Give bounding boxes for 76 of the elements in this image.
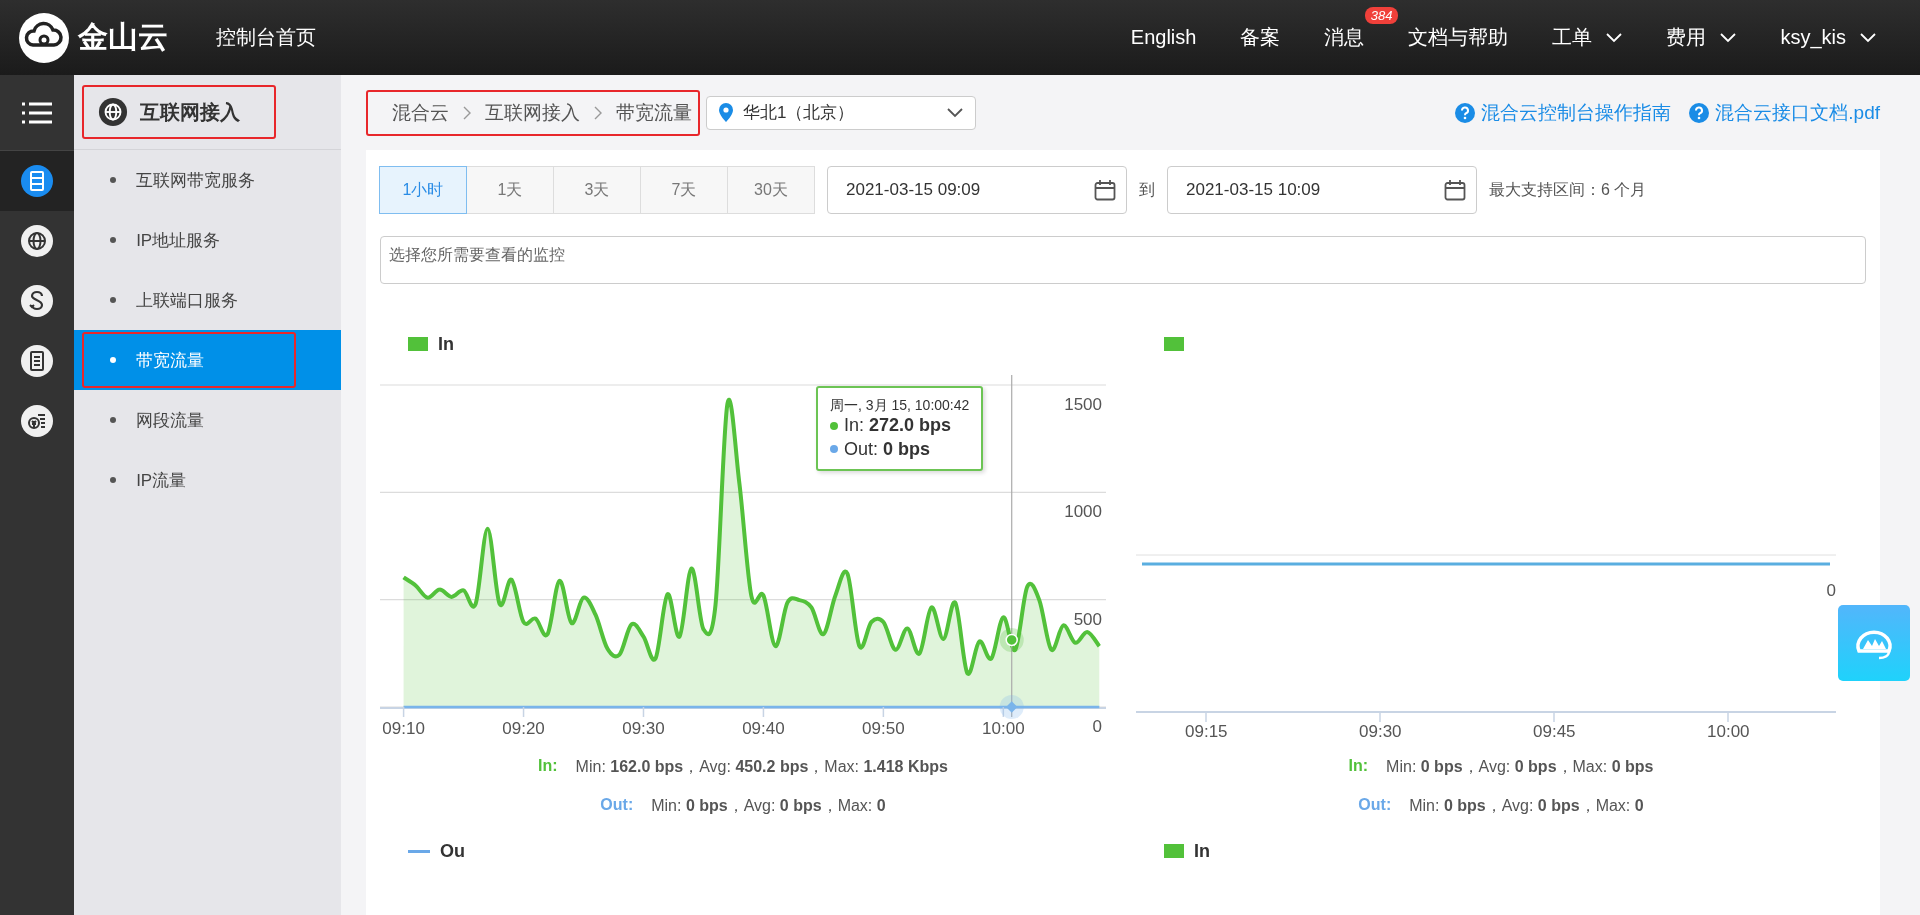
server-icon[interactable] (21, 165, 54, 197)
hover-marker (999, 695, 1024, 719)
logo-text[interactable]: 金山云 (78, 17, 168, 58)
nav-link[interactable]: 备案 (1240, 24, 1281, 51)
legend-label: In (1194, 840, 1210, 862)
chevron-down-icon (947, 107, 963, 118)
nav-link[interactable]: 费用 (1666, 24, 1737, 51)
region-select[interactable]: 华北1（北京） (706, 95, 976, 130)
stat-text: Min: 0 bps，Avg: 0 bps，Max: 0 (651, 796, 886, 816)
calendar-icon[interactable] (1444, 179, 1466, 201)
breadcrumb-item[interactable]: 带宽流量 (616, 99, 692, 126)
menu-icon[interactable] (22, 101, 53, 124)
range-button[interactable]: 7天 (640, 166, 728, 214)
axis-label: 10:00 (1707, 722, 1750, 741)
monitor-select[interactable]: 选择您所需要查看的监控 (380, 236, 1866, 284)
calendar-icon[interactable] (1094, 179, 1116, 201)
sidebar-item[interactable]: 上联端口服务 (74, 270, 341, 330)
list-icon[interactable] (21, 345, 54, 377)
stat-label: In: (1348, 757, 1369, 776)
cloud-logo-icon (18, 11, 70, 64)
hover-marker (999, 627, 1024, 652)
start-date-field[interactable]: 2021-03-15 09:09 (827, 166, 1127, 214)
globe-icon (98, 97, 129, 127)
tooltip-title: 周一, 3月 15, 10:00:42 (830, 396, 970, 415)
chevron-right-icon (463, 105, 471, 120)
stat-label: In: (538, 757, 558, 776)
axis-label: 09:30 (1359, 722, 1402, 741)
legend-label: In (438, 333, 454, 355)
axis-label: 0 (1092, 717, 1102, 736)
axis-label: 10:00 (982, 719, 1025, 738)
tooltip-value: In: 272.0 bps (844, 414, 952, 438)
stat-label: Out: (600, 796, 634, 815)
range-button[interactable]: 30天 (727, 166, 815, 214)
sidebar-item[interactable]: IP流量 (74, 450, 341, 510)
location-pin-icon (719, 103, 733, 122)
range-note: 最大支持区间：6 个月 (1489, 179, 1647, 200)
axis-label: 09:10 (382, 719, 425, 738)
nav-link[interactable]: ksy_kis (1780, 26, 1876, 49)
sidebar-title: 互联网接入 (82, 85, 277, 139)
chevron-right-icon (594, 105, 602, 120)
breadcrumb-item[interactable]: 混合云 (392, 99, 449, 126)
axis-label: 500 (1073, 609, 1102, 629)
globe-icon[interactable] (21, 225, 54, 257)
nav-link[interactable]: 消息 (1324, 24, 1365, 51)
range-button[interactable]: 1天 (466, 166, 554, 214)
axis-label: 09:40 (742, 719, 785, 738)
sidebar-item[interactable]: IP地址服务 (74, 210, 341, 270)
axis-label: 09:45 (1533, 722, 1576, 741)
axis-label: 1000 (1064, 502, 1102, 522)
nav-link[interactable]: 工单 (1552, 24, 1623, 51)
sidebar-item[interactable]: 网段流量 (74, 390, 341, 450)
billing-icon[interactable] (21, 405, 54, 437)
console-home-link[interactable]: 控制台首页 (216, 24, 316, 51)
axis-label: 09:50 (862, 719, 905, 738)
tooltip-value: Out: 0 bps (844, 437, 931, 461)
sidebar-item[interactable]: 互联网带宽服务 (74, 150, 341, 210)
stat-text: Min: 0 bps，Avg: 0 bps，Max: 0 bps (1386, 757, 1654, 777)
axis-label: 09:30 (622, 719, 665, 738)
count-badge: 384 (1364, 7, 1399, 24)
help-icon (1689, 102, 1710, 123)
nav-link[interactable]: 文档与帮助 (1408, 24, 1509, 51)
help-icon (1455, 102, 1476, 123)
swap-icon[interactable] (21, 285, 54, 317)
axis-label: 0 (1826, 581, 1836, 600)
legend-label: Ou (440, 840, 465, 862)
axis-label: 1500 (1064, 395, 1102, 414)
nav-link[interactable]: English (1130, 26, 1197, 49)
range-button[interactable]: 3天 (553, 166, 641, 214)
to-label: 到 (1139, 179, 1155, 200)
axis-label: 09:20 (502, 719, 545, 738)
breadcrumb-item[interactable]: 互联网接入 (485, 99, 580, 126)
stat-label: Out: (1358, 796, 1392, 815)
end-date-field[interactable]: 2021-03-15 10:09 (1167, 166, 1477, 214)
axis-label: 09:15 (1185, 722, 1228, 741)
stat-text: Min: 0 bps，Avg: 0 bps，Max: 0 (1409, 796, 1644, 816)
stat-text: Min: 162.0 bps，Avg: 450.2 bps，Max: 1.418 Kbps (575, 757, 948, 777)
